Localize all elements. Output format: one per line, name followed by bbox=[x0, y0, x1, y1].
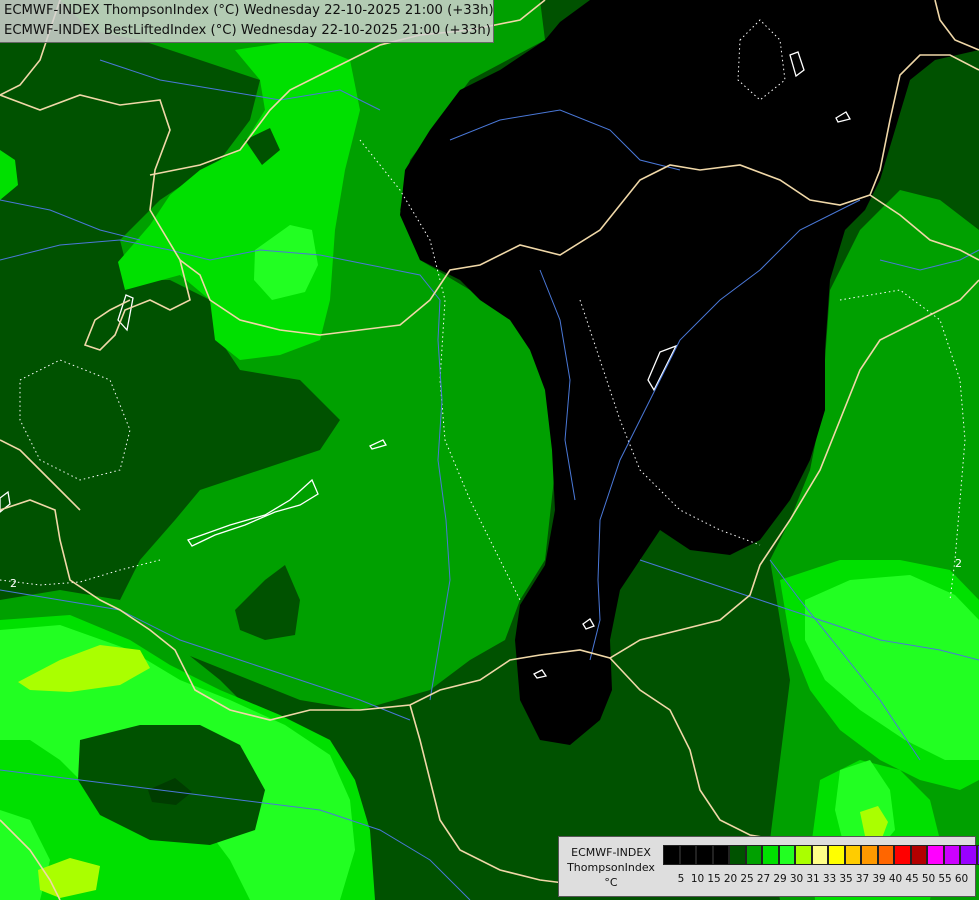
legend-tick-label: 39 bbox=[872, 873, 886, 885]
legend-color-cell bbox=[762, 845, 779, 865]
legend-color-cell bbox=[927, 845, 944, 865]
legend-tick-labels: 5 10 15 20 25 27 29 30 31 33 35 37 39 40 45 50 55 60 bbox=[663, 873, 977, 889]
legend-color-cell bbox=[712, 845, 729, 865]
legend-tick-label: 10 bbox=[690, 873, 705, 885]
legend-tick-label: 27 bbox=[756, 873, 771, 885]
legend-color-cell bbox=[894, 845, 911, 865]
legend-color-cell bbox=[877, 845, 894, 865]
legend-name-line2: ThompsonIndex bbox=[567, 861, 655, 874]
legend-tick-label: 29 bbox=[773, 873, 787, 885]
legend-tick-label: 15 bbox=[707, 873, 721, 885]
legend-color-cell bbox=[663, 845, 680, 865]
legend-color-bar bbox=[663, 845, 979, 865]
legend-tick-label: 60 bbox=[954, 873, 969, 885]
color-legend: ECMWF-INDEX ThompsonIndex °C 5 10 15 20 25 27… bbox=[558, 836, 979, 897]
legend-tick-label: 5 bbox=[677, 873, 685, 885]
legend-tick-label: 25 bbox=[740, 873, 754, 885]
title-line-thompson-index: ECMWF-INDEX ThompsonIndex (°C) Wednesday… bbox=[4, 3, 494, 18]
legend-color-cell bbox=[943, 845, 960, 865]
legend-tick-label: 20 bbox=[723, 873, 738, 885]
map-canvas bbox=[0, 0, 979, 900]
map-title-box: ECMWF-INDEX ThompsonIndex (°C) Wednesday… bbox=[0, 0, 494, 43]
legend-tick-label: 30 bbox=[789, 873, 804, 885]
legend-tick-label: 40 bbox=[888, 873, 903, 885]
legend-tick-label: 35 bbox=[839, 873, 853, 885]
legend-tick-label: 37 bbox=[855, 873, 870, 885]
legend-tick-label: 55 bbox=[938, 873, 952, 885]
title-line-best-lifted-index: ECMWF-INDEX BestLiftedIndex (°C) Wednesd… bbox=[4, 23, 491, 38]
legend-color-cell bbox=[729, 845, 746, 865]
weather-map: 2 2 bbox=[0, 0, 979, 900]
legend-tick-label: 31 bbox=[806, 873, 820, 885]
legend-color-cell bbox=[861, 845, 878, 865]
legend-color-cell bbox=[745, 845, 762, 865]
legend-tick-label: 33 bbox=[822, 873, 837, 885]
legend-color-cell bbox=[910, 845, 927, 865]
contour-label-east: 2 bbox=[955, 557, 962, 570]
contour-label-west: 2 bbox=[10, 577, 17, 590]
legend-color-cell bbox=[828, 845, 845, 865]
legend-color-cell bbox=[679, 845, 696, 865]
legend-unit: °C bbox=[604, 876, 618, 889]
legend-color-cell bbox=[960, 845, 977, 865]
legend-color-cell bbox=[795, 845, 812, 865]
legend-tick-label: 45 bbox=[905, 873, 919, 885]
legend-name-line1: ECMWF-INDEX bbox=[571, 846, 651, 859]
legend-color-cell bbox=[778, 845, 795, 865]
legend-color-cell bbox=[696, 845, 713, 865]
legend-color-cell bbox=[811, 845, 828, 865]
legend-color-cell bbox=[844, 845, 861, 865]
legend-title: ECMWF-INDEX ThompsonIndex °C bbox=[563, 845, 659, 890]
legend-tick-label: 50 bbox=[921, 873, 936, 885]
